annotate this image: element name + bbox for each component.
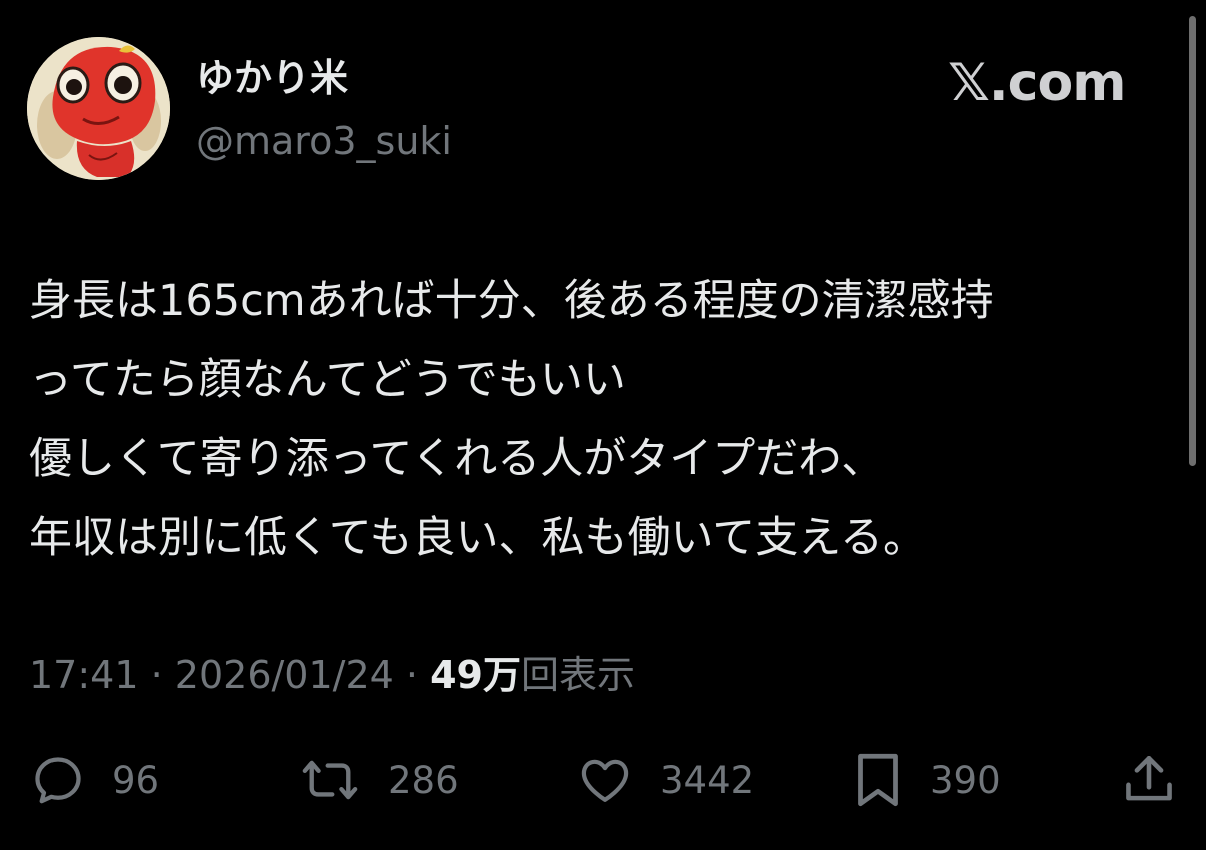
reply-button[interactable]: 96	[30, 750, 159, 810]
tweet-time[interactable]: 17:41	[29, 653, 139, 697]
repost-icon	[302, 760, 358, 800]
user-handle[interactable]: @maro3_suki	[196, 115, 452, 167]
cartoon-character-avatar	[27, 37, 170, 180]
bookmark-button[interactable]: 390	[852, 750, 1001, 810]
views-count: 49万	[430, 653, 521, 697]
avatar[interactable]	[27, 37, 170, 180]
tweet-line: 年収は別に低くても良い、私も働いて支える。	[29, 513, 926, 563]
tweet-text: 身長は165cmあれば十分、後ある程度の清潔感持 ってたら顔なんてどうでもいい …	[29, 262, 1179, 578]
like-count: 3442	[660, 758, 755, 802]
reply-count: 96	[112, 758, 160, 802]
tweet-meta: 17:41 · 2026/01/24 · 49万回表示	[29, 650, 635, 700]
share-icon	[1126, 755, 1172, 801]
reply-icon	[35, 757, 81, 804]
like-button[interactable]: 3442	[576, 750, 754, 810]
repost-button[interactable]: 286	[298, 750, 459, 810]
tweet-line: ってたら顔なんてどうでもいい	[29, 355, 626, 405]
share-button[interactable]	[1120, 750, 1178, 810]
tweet-line: 身長は165cmあれば十分、後ある程度の清潔感持	[29, 276, 994, 326]
scrollbar[interactable]	[1189, 16, 1196, 466]
meta-separator: ·	[150, 653, 163, 697]
display-name[interactable]: ゆかり米	[196, 52, 348, 104]
heart-icon	[581, 759, 629, 802]
bookmark-icon	[858, 753, 898, 807]
repost-count: 286	[388, 758, 459, 802]
action-bar: 96 286 3442 390	[0, 750, 1206, 810]
bookmark-count: 390	[930, 758, 1001, 802]
tweet-line: 優しくて寄り添ってくれる人がタイプだわ、	[29, 434, 885, 484]
views-label: 回表示	[521, 653, 636, 697]
meta-separator: ·	[405, 653, 419, 697]
tweet-date[interactable]: 2026/01/24	[175, 653, 394, 697]
brand-logo: 𝕏.com	[948, 53, 1126, 113]
